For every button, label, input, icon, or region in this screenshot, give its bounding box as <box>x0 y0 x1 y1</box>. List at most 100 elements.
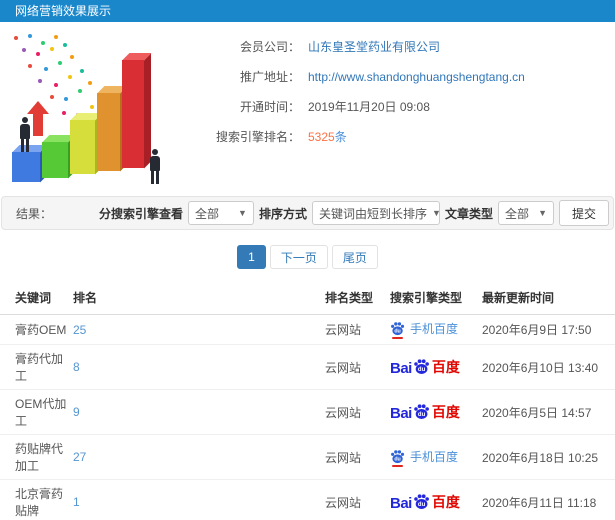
promo-url-row: 推广地址： http://www.shandonghuangshengtang.… <box>182 68 525 85</box>
rank-type-cell: 云网站 <box>325 434 390 480</box>
rank-type-cell: 云网站 <box>325 344 390 390</box>
info-section: 会员公司： 山东皇圣堂药业有限公司 推广地址： http://www.shand… <box>0 22 615 192</box>
article-type-label: 文章类型 <box>444 206 493 221</box>
rank-type-cell: 云网站 <box>325 389 390 435</box>
table-row: 膏药代加工 8 云网站 du 百度 Bai <box>0 344 615 390</box>
open-time-value: 2019年11月20日 09:08 <box>308 100 430 114</box>
filter-controls: 分搜索引擎查看 全部 ▼ 排序方式 关键词由短到长排序 ▼ 文章类型 全部 ▼ … <box>99 200 613 226</box>
sort-select[interactable]: 关键词由短到长排序 ▼ <box>311 201 441 225</box>
baidu-logo: Bai du 百度 <box>390 357 460 377</box>
rank-count-unit: 条 <box>334 130 347 144</box>
marketing-chart-illustration <box>0 28 182 192</box>
mobile-baidu-badge: du 手机百度 <box>390 448 458 467</box>
promo-url-link[interactable]: http://www.shandonghuangshengtang.cn <box>308 70 525 84</box>
article-type-select[interactable]: 全部 ▼ <box>497 201 554 225</box>
baidu-paw-icon: du <box>413 403 430 420</box>
engine-type-cell: du 百度 Bai du 百度 <box>390 479 482 520</box>
rank-type-cell: 云网站 <box>325 314 390 345</box>
submit-button[interactable]: 提交 <box>558 200 609 226</box>
table-row: 药贴牌代加工 27 云网站 du 手机百度 Bai <box>0 434 615 480</box>
engine-rank-value: 5325条 <box>308 128 347 145</box>
last-page-button[interactable]: 尾页 <box>331 245 378 269</box>
baidu-paw-icon: du <box>390 449 405 467</box>
col-engine-type: 搜索引擎类型 <box>390 281 482 315</box>
rank-link[interactable]: 8 <box>73 344 325 390</box>
baidu-logo-text: 百度 <box>431 494 460 510</box>
svg-text:du: du <box>394 456 400 462</box>
keyword-cell: 药贴牌代加工 <box>0 434 73 480</box>
confetti-dots <box>14 36 18 40</box>
results-table: 关键词 排名 排名类型 搜索引擎类型 最新更新时间 膏药OEM 25 云网站 d… <box>0 281 615 520</box>
engine-type-cell: du 手机百度 Bai du 百度 <box>390 314 482 345</box>
updated-time-cell: 2020年6月18日 10:25 <box>482 434 615 480</box>
updated-time-cell: 2020年6月9日 17:50 <box>482 314 615 345</box>
bar-chart-graphic-blue <box>12 152 40 182</box>
table-row: 膏药OEM 25 云网站 du 手机百度 Bai <box>0 314 615 345</box>
table-row: 北京膏药贴牌 1 云网站 du 百度 Bai <box>0 479 615 520</box>
page-title: 网络营销效果展示 <box>15 4 112 18</box>
open-time-label: 开通时间： <box>239 100 300 114</box>
updated-time-cell: 2020年6月5日 14:57 <box>482 389 615 435</box>
chevron-down-icon: ▼ <box>238 208 247 218</box>
engine-rank-row: 搜索引擎排名： 5325条 <box>182 128 525 145</box>
baidu-logo-bai: Bai <box>390 405 412 422</box>
mobile-baidu-badge: du 手机百度 <box>390 320 458 339</box>
baidu-logo: Bai du 百度 <box>390 492 460 512</box>
member-company-row: 会员公司： 山东皇圣堂药业有限公司 <box>182 38 525 55</box>
promo-url-label: 推广地址： <box>239 70 300 84</box>
table-header-row: 关键词 排名 排名类型 搜索引擎类型 最新更新时间 <box>0 281 615 315</box>
engine-type-cell: du 手机百度 Bai du 百度 <box>390 434 482 480</box>
baidu-paw-icon: du <box>413 358 430 375</box>
updated-time-cell: 2020年6月11日 11:18 <box>482 479 615 520</box>
rank-link[interactable]: 9 <box>73 389 325 435</box>
member-info-panel: 会员公司： 山东皇圣堂药业有限公司 推广地址： http://www.shand… <box>182 28 525 192</box>
svg-text:du: du <box>418 367 426 373</box>
rank-type-cell: 云网站 <box>325 479 390 520</box>
col-updated: 最新更新时间 <box>482 281 615 315</box>
rank-link[interactable]: 25 <box>73 314 325 345</box>
bar-chart-graphic-green <box>42 142 68 178</box>
engine-rank-label: 搜索引擎排名： <box>215 130 300 144</box>
bar-chart-graphic-yellow <box>70 120 95 174</box>
baidu-logo-bai: Bai <box>390 495 412 512</box>
open-time-row: 开通时间： 2019年11月20日 09:08 <box>182 98 525 115</box>
rank-link[interactable]: 1 <box>73 479 325 520</box>
bar-chart-graphic-red <box>122 60 144 168</box>
keyword-cell: 北京膏药贴牌 <box>0 479 73 520</box>
updated-time-cell: 2020年6月10日 13:40 <box>482 344 615 390</box>
keyword-cell: 膏药代加工 <box>0 344 73 390</box>
engine-type-cell: du 百度 Bai du 百度 <box>390 389 482 435</box>
businessman-figure-right <box>148 149 162 184</box>
result-label: 结果： <box>16 206 53 221</box>
sort-selected: 关键词由短到长排序 <box>318 206 427 221</box>
rank-link[interactable]: 27 <box>73 434 325 480</box>
col-rank-type: 排名类型 <box>325 281 390 315</box>
title-bar: 网络营销效果展示 <box>0 0 615 22</box>
engine-view-select[interactable]: 全部 ▼ <box>187 201 254 225</box>
businessman-figure-left <box>18 117 32 152</box>
baidu-logo-text: 百度 <box>431 404 460 420</box>
member-company-label: 会员公司： <box>239 40 300 54</box>
col-rank: 排名 <box>73 281 325 315</box>
next-page-button[interactable]: 下一页 <box>269 245 328 269</box>
col-keyword: 关键词 <box>0 281 73 315</box>
chevron-down-icon: ▼ <box>538 208 547 218</box>
engine-view-label: 分搜索引擎查看 <box>98 206 183 221</box>
bar-chart-graphic-orange <box>97 93 120 171</box>
chevron-down-icon: ▼ <box>431 208 441 218</box>
filter-bar: 结果： 分搜索引擎查看 全部 ▼ 排序方式 关键词由短到长排序 ▼ 文章类型 全… <box>1 196 614 230</box>
sort-label: 排序方式 <box>258 206 307 221</box>
article-type-selected: 全部 <box>504 206 529 221</box>
keyword-cell: OEM代加工 <box>0 389 73 435</box>
rank-count: 5325 <box>308 130 335 144</box>
svg-text:du: du <box>418 502 426 508</box>
keyword-cell: 膏药OEM <box>0 314 73 345</box>
engine-type-cell: du 百度 Bai du 百度 <box>390 344 482 390</box>
baidu-logo-text: 百度 <box>431 359 460 375</box>
baidu-paw-icon: du <box>413 493 430 510</box>
engine-view-selected: 全部 <box>194 206 219 221</box>
page-button-current[interactable]: 1 <box>237 245 266 269</box>
member-company-link[interactable]: 山东皇圣堂药业有限公司 <box>308 38 440 55</box>
baidu-logo-bai: Bai <box>390 360 412 377</box>
table-row: OEM代加工 9 云网站 du 百度 Bai <box>0 389 615 435</box>
